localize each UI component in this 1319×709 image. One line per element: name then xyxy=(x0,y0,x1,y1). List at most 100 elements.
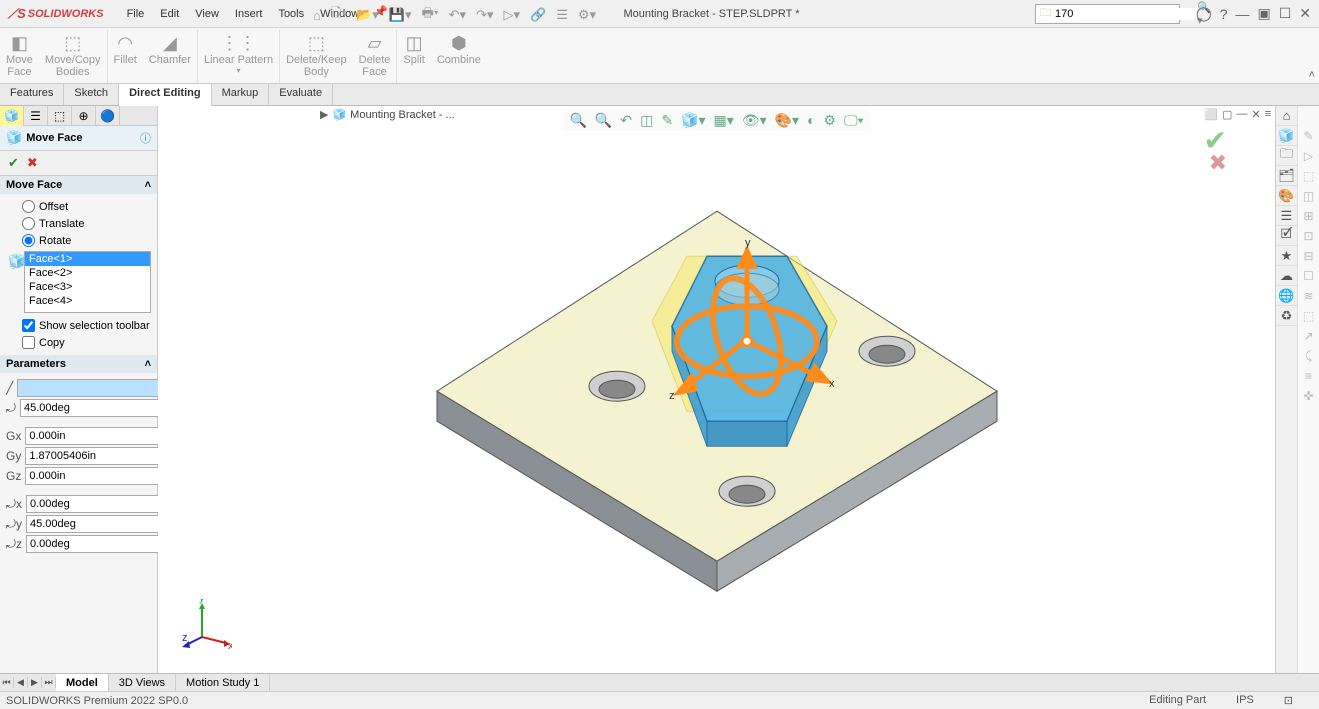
axis-reference-input[interactable] xyxy=(17,379,167,397)
copy-checkbox[interactable] xyxy=(22,336,35,349)
redo-icon[interactable]: ↷▾ xyxy=(473,7,496,23)
menu-tools[interactable]: Tools xyxy=(271,5,311,23)
pm-tab-display[interactable]: 🔵 xyxy=(96,106,120,126)
vp-close-icon[interactable]: ✕ xyxy=(1251,108,1260,121)
new-icon[interactable]: 🗋▾ xyxy=(328,4,349,26)
sf-icon[interactable]: ⤹ xyxy=(1298,346,1319,366)
center-x-input[interactable] xyxy=(25,427,175,445)
tp-appearances-icon[interactable]: ☰ xyxy=(1276,206,1297,226)
ribbon-collapse-icon[interactable]: ˄ xyxy=(1309,69,1315,81)
tp-file-explorer-icon[interactable]: 🗂 xyxy=(1276,166,1297,186)
tp-custom-props-icon[interactable]: 🗹 xyxy=(1276,226,1297,246)
tab-markup[interactable]: Markup xyxy=(212,84,270,105)
pm-tab-property[interactable]: ☰ xyxy=(24,106,48,126)
sf-icon[interactable]: ◫ xyxy=(1298,186,1319,206)
show-toolbar-checkbox[interactable] xyxy=(22,319,35,332)
search-input[interactable] xyxy=(1055,8,1197,20)
tp-design-lib-icon[interactable]: 🗀 xyxy=(1276,146,1297,166)
move-face-cmd[interactable]: ◧Move Face xyxy=(0,30,39,83)
radio-offset[interactable] xyxy=(22,200,35,213)
tab-direct-editing[interactable]: Direct Editing xyxy=(119,84,212,106)
tp-forum-icon[interactable]: ★ xyxy=(1276,246,1297,266)
prev-view-icon[interactable]: ↶ xyxy=(618,112,634,129)
ok-button[interactable]: ✔ xyxy=(8,155,19,171)
status-units[interactable]: IPS xyxy=(1236,694,1254,707)
apply-scene-icon[interactable]: ◐ xyxy=(805,112,817,129)
cancel-button[interactable]: ✖ xyxy=(27,155,38,171)
list-item[interactable]: Face<4> xyxy=(25,294,150,308)
status-expand-icon[interactable]: ⊡ xyxy=(1284,694,1293,707)
tab-sketch[interactable]: Sketch xyxy=(64,84,119,105)
linear-pattern-cmd[interactable]: ⋮⋮Linear Pattern▾ xyxy=(198,30,279,83)
dynamic-annotation-icon[interactable]: ✎ xyxy=(659,112,675,129)
settings-icon[interactable]: ⚙▾ xyxy=(575,7,599,23)
screen-capture-icon[interactable]: 🖵▾ xyxy=(842,112,865,129)
sf-icon[interactable]: ✜ xyxy=(1298,386,1319,406)
vp-max-icon[interactable]: ⬜ xyxy=(1204,108,1218,121)
select-icon[interactable]: ▷▾ xyxy=(501,7,524,23)
tab-evaluate[interactable]: Evaluate xyxy=(269,84,333,105)
tab-first-icon[interactable]: ⏮ xyxy=(0,677,14,688)
chamfer-cmd[interactable]: ◢Chamfer xyxy=(143,30,197,83)
pm-tab-config[interactable]: ⬚ xyxy=(48,106,72,126)
save-icon[interactable]: 💾▾ xyxy=(386,7,415,23)
tab-last-icon[interactable]: ⏭ xyxy=(42,677,56,688)
show-toolbar-row[interactable]: Show selection toolbar xyxy=(6,317,151,334)
face-selection-list[interactable]: Face<1> Face<2> Face<3> Face<4> xyxy=(24,251,151,313)
menu-file[interactable]: File xyxy=(120,5,152,23)
option-rotate[interactable]: Rotate xyxy=(6,232,151,249)
rotate-z-input[interactable] xyxy=(26,535,176,553)
user-icon[interactable]: ◯ xyxy=(1196,5,1212,22)
split-cmd[interactable]: ◫Split xyxy=(397,30,430,83)
center-y-input[interactable] xyxy=(25,447,175,465)
sf-icon[interactable]: ▷ xyxy=(1298,146,1319,166)
graphics-viewport[interactable]: ▶ 🧊 Mounting Bracket - ... 🔍 🔍 ↶ ◫ ✎ 🧊▾ … xyxy=(158,106,1275,673)
tab-motion-study[interactable]: Motion Study 1 xyxy=(176,674,270,691)
menu-insert[interactable]: Insert xyxy=(228,5,270,23)
delete-face-cmd[interactable]: ▱Delete Face xyxy=(353,30,397,83)
breadcrumb-text[interactable]: Mounting Bracket - ... xyxy=(350,109,455,121)
list-item[interactable]: Face<2> xyxy=(25,266,150,280)
sf-icon[interactable]: ☐ xyxy=(1298,266,1319,286)
tp-view-palette-icon[interactable]: 🎨 xyxy=(1276,186,1297,206)
maximize-icon[interactable]: ☐ xyxy=(1279,5,1292,22)
sf-icon[interactable]: ↗ xyxy=(1298,326,1319,346)
tab-features[interactable]: Features xyxy=(0,84,64,105)
tab-next-icon[interactable]: ▶ xyxy=(28,677,42,688)
menu-view[interactable]: View xyxy=(188,5,226,23)
view-settings-icon[interactable]: ⚙ xyxy=(822,112,839,129)
vp-restore-icon[interactable]: ▢ xyxy=(1222,108,1232,121)
sf-icon[interactable]: ≋ xyxy=(1298,286,1319,306)
confirm-cancel-icon[interactable]: ✖ xyxy=(1209,150,1227,176)
options-icon[interactable]: ☰ xyxy=(553,7,571,23)
tab-prev-icon[interactable]: ◀ xyxy=(14,677,28,688)
vp-menu-icon[interactable]: ≡ xyxy=(1265,108,1271,121)
pm-tab-feature[interactable]: 🧊 xyxy=(0,106,24,126)
angle-input[interactable] xyxy=(20,399,170,417)
radio-rotate[interactable] xyxy=(22,234,35,247)
section-view-icon[interactable]: ◫ xyxy=(638,112,655,129)
sf-icon[interactable]: ✎ xyxy=(1298,126,1319,146)
vp-minimize-icon[interactable]: — xyxy=(1236,108,1247,121)
combine-cmd[interactable]: ⬢Combine xyxy=(431,30,487,83)
tp-cloud-icon[interactable]: ☁ xyxy=(1276,266,1297,286)
menu-edit[interactable]: Edit xyxy=(153,5,186,23)
section-move-face[interactable]: Move Face ˄ xyxy=(0,176,157,194)
tp-home-icon[interactable]: ⌂ xyxy=(1276,106,1297,126)
sf-icon[interactable]: ⊞ xyxy=(1298,206,1319,226)
open-icon[interactable]: 📂▾ xyxy=(353,7,382,23)
zoom-area-icon[interactable]: 🔍 xyxy=(593,112,614,129)
section-parameters[interactable]: Parameters ˄ xyxy=(0,355,157,373)
rotate-x-input[interactable] xyxy=(26,495,176,513)
fillet-cmd[interactable]: ◠Fillet xyxy=(108,30,143,83)
copy-row[interactable]: Copy xyxy=(6,334,151,351)
minimize-icon[interactable]: — xyxy=(1235,6,1249,22)
display-style-icon[interactable]: ▦▾ xyxy=(712,112,736,129)
pm-tab-dim[interactable]: ⊕ xyxy=(72,106,96,126)
sf-icon[interactable]: ⬚ xyxy=(1298,306,1319,326)
zoom-fit-icon[interactable]: 🔍 xyxy=(567,112,588,129)
tp-3dexp-icon[interactable]: 🌐 xyxy=(1276,286,1297,306)
help-icon[interactable]: ? xyxy=(1220,6,1228,22)
delete-keep-body-cmd[interactable]: ⬚Delete/Keep Body xyxy=(280,30,353,83)
sf-icon[interactable]: ≡ xyxy=(1298,366,1319,386)
